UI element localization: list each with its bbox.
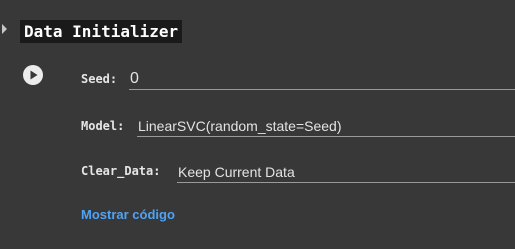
seed-label: Seed:: [81, 72, 118, 86]
caret-right-icon[interactable]: [2, 24, 7, 34]
play-icon: [30, 70, 38, 80]
clear-data-select[interactable]: Keep Current Data: [177, 161, 515, 183]
clear-data-label: Clear_Data:: [81, 164, 161, 178]
run-cell-button[interactable]: [23, 65, 43, 85]
seed-input[interactable]: 0: [129, 68, 515, 90]
colab-form-cell: Data Initializer Seed: 0 Model: LinearSV…: [0, 0, 515, 249]
model-label: Model:: [81, 119, 125, 133]
model-input[interactable]: LinearSVC(random_state=Seed): [137, 115, 515, 137]
form-title: Data Initializer: [20, 20, 183, 43]
show-code-link[interactable]: Mostrar código: [81, 206, 175, 224]
